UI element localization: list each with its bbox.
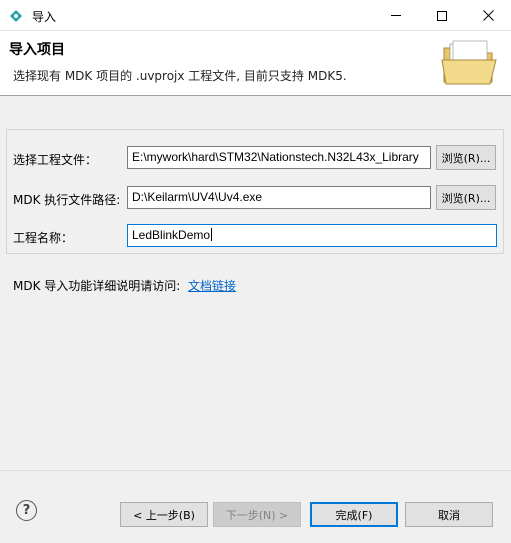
- title-bar: 导入: [0, 0, 511, 31]
- finish-button[interactable]: 完成(F): [310, 502, 398, 527]
- minimize-button[interactable]: [373, 0, 419, 31]
- page-description: 选择现有 MDK 项目的 .uvprojx 工程文件, 目前只支持 MDK5.: [13, 69, 347, 83]
- window-title: 导入: [32, 10, 57, 24]
- next-button[interactable]: 下一步(N) >: [213, 502, 301, 527]
- help-glyph: ?: [22, 503, 31, 518]
- project-name-value: LedBlinkDemo: [132, 228, 211, 242]
- help-icon[interactable]: ?: [16, 500, 37, 521]
- wizard-banner: 导入项目 选择现有 MDK 项目的 .uvprojx 工程文件, 目前只支持 M…: [0, 31, 511, 96]
- browse-project-file-button[interactable]: 浏览(R)...: [436, 145, 496, 170]
- page-title: 导入项目: [9, 42, 65, 58]
- maximize-button[interactable]: [419, 0, 465, 31]
- browse-mdk-path-button[interactable]: 浏览(R)...: [436, 185, 496, 210]
- minimize-icon: [391, 15, 401, 16]
- close-icon: [482, 10, 494, 21]
- close-button[interactable]: [465, 0, 511, 31]
- maximize-icon: [437, 10, 447, 21]
- open-folder-icon: [441, 40, 497, 85]
- help-text: MDK 导入功能详细说明请访问:: [13, 279, 181, 293]
- documentation-link[interactable]: 文档链接: [188, 277, 236, 294]
- eclipse-app-icon: [10, 10, 22, 22]
- cancel-button[interactable]: 取消: [405, 502, 493, 527]
- project-file-label: 选择工程文件：: [13, 153, 98, 167]
- project-file-input[interactable]: E:\mywork\hard\STM32\Nationstech.N32L43x…: [127, 146, 431, 169]
- back-button[interactable]: < 上一步(B): [120, 502, 208, 527]
- mdk-path-label: MDK 执行文件路径:: [13, 193, 121, 207]
- footer-divider: [0, 470, 511, 471]
- mdk-path-input[interactable]: D:\Keilarm\UV4\Uv4.exe: [127, 186, 431, 209]
- project-name-label: 工程名称：: [13, 231, 74, 245]
- project-name-input[interactable]: LedBlinkDemo: [127, 224, 497, 247]
- text-caret: [211, 228, 213, 241]
